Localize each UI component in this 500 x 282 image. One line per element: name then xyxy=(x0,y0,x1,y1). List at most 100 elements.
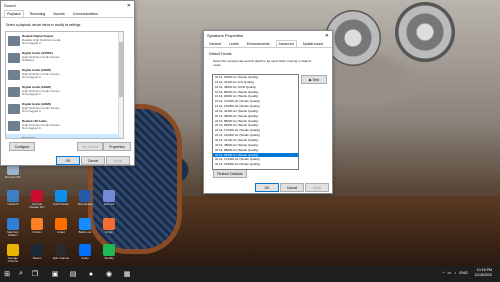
playback-device-list[interactable]: Realtek Digital Output Realtek High Defin… xyxy=(5,31,124,139)
tab-general[interactable]: General xyxy=(207,41,223,47)
tab-sounds[interactable]: Sounds xyxy=(51,11,67,17)
shortcut-label: Origin xyxy=(104,230,113,234)
speakers-titlebar[interactable]: Speakers Properties ✕ xyxy=(204,31,332,40)
sound-title: Sound xyxy=(4,3,16,8)
app-icon xyxy=(31,244,43,256)
default-format-description: Select the sample rate and bit depth to … xyxy=(213,59,311,67)
desktop-shortcut[interactable]: Teamspeak xyxy=(76,190,94,206)
sound-instruction: Select a playback device below to modify… xyxy=(6,23,81,27)
clock[interactable]: 10:16 PM 11/18/2020 xyxy=(474,268,492,278)
close-icon[interactable]: ✕ xyxy=(127,3,131,9)
pinned-app-icon[interactable]: ▦ xyxy=(120,267,134,281)
shortcut-label: Network xyxy=(7,202,19,206)
cancel-button[interactable]: Cancel xyxy=(81,156,105,165)
desktop-shortcut[interactable]: Acrobat Reader DC xyxy=(28,190,46,210)
pinned-app-icon[interactable]: ▤ xyxy=(66,267,80,281)
tray-icon[interactable]: ▭ xyxy=(448,270,452,275)
pinned-app-icon[interactable]: ● xyxy=(84,267,98,281)
scrollbar-thumb[interactable] xyxy=(119,42,123,97)
tab-levels[interactable]: Levels xyxy=(227,41,241,47)
desktop-shortcut[interactable]: Steam xyxy=(28,244,46,260)
tab-spatial-sound[interactable]: Spatial sound xyxy=(301,41,326,47)
app-icon xyxy=(79,244,91,256)
app-icon xyxy=(55,190,67,202)
desktop-shortcut[interactable]: Battle.net xyxy=(76,218,94,234)
speaker-icon xyxy=(8,86,20,97)
speakers-title: Speakers Properties xyxy=(207,33,244,38)
desktop-shortcut[interactable]: Firefox xyxy=(28,218,46,234)
set-default-button[interactable]: Set Default xyxy=(77,142,103,151)
speaker-icon xyxy=(8,69,20,80)
test-button[interactable]: ▶ Test xyxy=(301,75,327,84)
wallpaper-reel-right xyxy=(395,2,455,62)
list-item[interactable]: Realtek HD Audio High Definition Audio De… xyxy=(6,117,123,134)
desktop-shortcut[interactable]: TeamViewer xyxy=(52,190,70,206)
shortcut-label: Battle.net xyxy=(78,230,92,234)
search-icon[interactable]: ⌕ xyxy=(14,267,28,281)
tab-playback[interactable]: Playback xyxy=(4,10,24,17)
app-icon xyxy=(7,190,19,202)
default-format-heading: Default Format xyxy=(209,52,232,56)
app-icon xyxy=(103,218,115,230)
cancel-button[interactable]: Cancel xyxy=(280,183,304,192)
app-icon xyxy=(79,218,91,230)
shortcut-label: Google Chrome xyxy=(7,256,19,264)
desktop-shortcut[interactable]: Network xyxy=(4,190,22,206)
tray-icon[interactable]: ^ xyxy=(443,270,445,275)
tab-enhancements[interactable]: Enhancements xyxy=(245,41,272,47)
speaker-icon xyxy=(8,137,20,138)
restore-defaults-button[interactable]: Restore Defaults xyxy=(213,169,247,178)
list-item[interactable]: Digital Audio (S/PDIF) High Definition Au… xyxy=(6,49,123,66)
desktop-shortcut[interactable]: Epic Games xyxy=(52,244,70,260)
speaker-icon xyxy=(8,52,20,63)
speaker-icon xyxy=(8,120,20,131)
device-status: Not plugged in xyxy=(22,109,42,114)
shortcut-label: TeamViewer xyxy=(52,202,70,206)
desktop-shortcut[interactable]: Macrium Reflect xyxy=(4,218,22,238)
close-icon[interactable]: ✕ xyxy=(325,33,329,39)
app-icon xyxy=(31,218,43,230)
device-status: Not plugged in xyxy=(22,92,42,97)
start-button[interactable]: ⊞ xyxy=(0,267,14,281)
app-icon xyxy=(55,218,67,230)
ok-button[interactable]: OK xyxy=(56,156,80,165)
desktop-shortcut[interactable]: Google Chrome xyxy=(4,244,22,264)
desktop-shortcut[interactable]: Uplay xyxy=(76,244,94,260)
list-item[interactable]: Digital Audio (HDMI) High Definition Audi… xyxy=(6,66,123,83)
shortcut-label: Steam xyxy=(32,256,42,260)
tab-communications[interactable]: Communications xyxy=(71,11,100,17)
pinned-app-icon[interactable]: ▣ xyxy=(48,267,62,281)
device-status: Not plugged in xyxy=(22,41,42,46)
tab-advanced[interactable]: Advanced xyxy=(275,40,297,47)
shortcut-label: Macrium Reflect xyxy=(7,230,19,238)
device-list-scrollbar[interactable] xyxy=(118,32,123,138)
task-view-icon[interactable]: ❐ xyxy=(28,267,42,281)
properties-button[interactable]: Properties xyxy=(103,142,131,151)
apply-button[interactable]: Apply xyxy=(305,183,329,192)
pinned-app-icon[interactable]: ◉ xyxy=(102,267,116,281)
list-item[interactable]: Digital Audio (HDMI) High Definition Audi… xyxy=(6,100,123,117)
tray-icon[interactable]: ENG xyxy=(459,270,468,275)
app-icon xyxy=(55,244,67,256)
tray-icon[interactable]: ♪ xyxy=(454,270,456,275)
list-item[interactable]: Digital Audio (HDMI) High Definition Audi… xyxy=(6,83,123,100)
desktop-shortcut[interactable]: Spotify xyxy=(100,244,118,260)
desktop-shortcut[interactable]: Origin xyxy=(100,218,118,234)
desktop-shortcut[interactable]: Avast xyxy=(52,218,70,234)
sound-titlebar[interactable]: Sound ✕ xyxy=(1,1,134,10)
tab-recording[interactable]: Recording xyxy=(28,11,47,17)
format-option[interactable]: 32 bit, 192000 Hz (Studio Quality) xyxy=(213,162,298,167)
wallpaper-table xyxy=(0,196,500,266)
speaker-icon xyxy=(8,35,20,46)
system-tray: ^ ▭ ♪ ENG xyxy=(443,270,468,275)
sample-rate-dropdown-list[interactable]: 32 bit, 96000 Hz (Studio Quality) 16 bit,… xyxy=(212,74,299,170)
list-item[interactable]: Realtek Digital Output Realtek High Defin… xyxy=(6,32,123,49)
apply-button[interactable]: Apply xyxy=(106,156,130,165)
app-icon xyxy=(7,244,19,256)
configure-button[interactable]: Configure xyxy=(9,142,35,151)
device-status: Not plugged in xyxy=(22,75,42,80)
sound-window: Sound ✕ Playback Recording Sounds Commun… xyxy=(0,0,135,166)
list-item[interactable]: Speakersifi (by AMR) HD USB AudioDefault… xyxy=(6,134,123,138)
desktop-shortcut[interactable]: Discord xyxy=(100,190,118,206)
ok-button[interactable]: OK xyxy=(255,183,279,192)
